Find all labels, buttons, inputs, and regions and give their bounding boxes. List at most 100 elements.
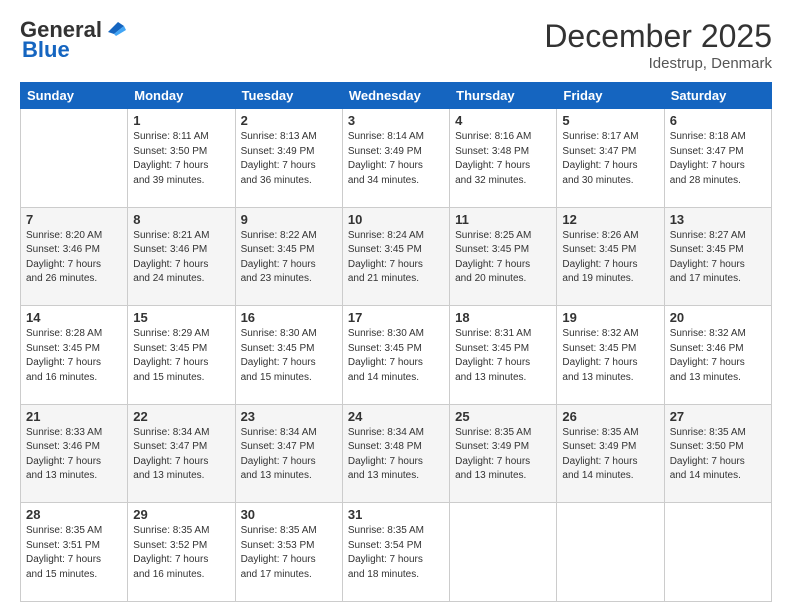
day-info: Sunrise: 8:18 AM Sunset: 3:47 PM Dayligh… xyxy=(670,130,766,188)
table-row: 27Sunrise: 8:35 AM Sunset: 3:50 PM Dayli… xyxy=(664,404,771,503)
col-tuesday: Tuesday xyxy=(235,83,342,109)
day-info: Sunrise: 8:34 AM Sunset: 3:48 PM Dayligh… xyxy=(348,426,444,484)
table-row: 13Sunrise: 8:27 AM Sunset: 3:45 PM Dayli… xyxy=(664,207,771,306)
day-info: Sunrise: 8:30 AM Sunset: 3:45 PM Dayligh… xyxy=(348,327,444,385)
day-number: 27 xyxy=(670,409,766,424)
day-number: 14 xyxy=(26,310,122,325)
logo-blue: Blue xyxy=(22,38,70,62)
table-row: 11 Sunrise: 8:25 AM Sunset: 3:45 PM Dayli… xyxy=(450,207,557,306)
table-row: 10 Sunrise: 8:24 AM Sunset: 3:45 PM Dayli… xyxy=(342,207,449,306)
table-row: 4Sunrise: 8:16 AM Sunset: 3:48 PM Daylig… xyxy=(450,109,557,208)
day-number: 11 xyxy=(455,212,551,227)
day-info: Sunrise: 8:35 AM Sunset: 3:51 PM Dayligh… xyxy=(26,524,122,582)
table-row: 16 Sunrise: 8:30 AM Sunset: 3:45 PM Dayli… xyxy=(235,306,342,405)
table-row: 26Sunrise: 8:35 AM Sunset: 3:49 PM Dayli… xyxy=(557,404,664,503)
day-info: Sunrise: 8:35 AM Sunset: 3:49 PM Dayligh… xyxy=(562,426,658,484)
col-thursday: Thursday xyxy=(450,83,557,109)
day-number: 12 xyxy=(562,212,658,227)
day-number: 23 xyxy=(241,409,337,424)
day-info: Sunrise: 8:28 AM Sunset: 3:45 PM Dayligh… xyxy=(26,327,122,385)
table-row: 8Sunrise: 8:21 AM Sunset: 3:46 PM Daylig… xyxy=(128,207,235,306)
table-row: 20 Sunrise: 8:32 AM Sunset: 3:46 PM Dayli… xyxy=(664,306,771,405)
table-row: 1Sunrise: 8:11 AM Sunset: 3:50 PM Daylig… xyxy=(128,109,235,208)
day-number: 16 xyxy=(241,310,337,325)
table-row: 22 Sunrise: 8:34 AM Sunset: 3:47 PM Dayli… xyxy=(128,404,235,503)
day-info: Sunrise: 8:32 AM Sunset: 3:46 PM Dayligh… xyxy=(670,327,766,385)
table-row: 12 Sunrise: 8:26 AM Sunset: 3:45 PM Dayli… xyxy=(557,207,664,306)
day-info: Sunrise: 8:33 AM Sunset: 3:46 PM Dayligh… xyxy=(26,426,122,484)
day-info: Sunrise: 8:17 AM Sunset: 3:47 PM Dayligh… xyxy=(562,130,658,188)
calendar-week-row: 1Sunrise: 8:11 AM Sunset: 3:50 PM Daylig… xyxy=(21,109,772,208)
day-number: 24 xyxy=(348,409,444,424)
day-number: 19 xyxy=(562,310,658,325)
calendar-header-row: Sunday Monday Tuesday Wednesday Thursday… xyxy=(21,83,772,109)
day-info: Sunrise: 8:35 AM Sunset: 3:53 PM Dayligh… xyxy=(241,524,337,582)
col-monday: Monday xyxy=(128,83,235,109)
page: General Blue December 2025 Idestrup, Den… xyxy=(0,0,792,612)
day-info: Sunrise: 8:34 AM Sunset: 3:47 PM Dayligh… xyxy=(241,426,337,484)
day-number: 25 xyxy=(455,409,551,424)
month-title: December 2025 xyxy=(544,18,772,55)
table-row: 24 Sunrise: 8:34 AM Sunset: 3:48 PM Dayli… xyxy=(342,404,449,503)
day-number: 10 xyxy=(348,212,444,227)
day-number: 7 xyxy=(26,212,122,227)
table-row: 28 Sunrise: 8:35 AM Sunset: 3:51 PM Dayli… xyxy=(21,503,128,602)
day-number: 15 xyxy=(133,310,229,325)
calendar-week-row: 21Sunrise: 8:33 AM Sunset: 3:46 PM Dayli… xyxy=(21,404,772,503)
title-block: December 2025 Idestrup, Denmark xyxy=(544,18,772,72)
day-info: Sunrise: 8:35 AM Sunset: 3:49 PM Dayligh… xyxy=(455,426,551,484)
day-number: 22 xyxy=(133,409,229,424)
day-number: 17 xyxy=(348,310,444,325)
day-info: Sunrise: 8:13 AM Sunset: 3:49 PM Dayligh… xyxy=(241,130,337,188)
day-info: Sunrise: 8:30 AM Sunset: 3:45 PM Dayligh… xyxy=(241,327,337,385)
day-info: Sunrise: 8:31 AM Sunset: 3:45 PM Dayligh… xyxy=(455,327,551,385)
day-info: Sunrise: 8:11 AM Sunset: 3:50 PM Dayligh… xyxy=(133,130,229,188)
day-info: Sunrise: 8:21 AM Sunset: 3:46 PM Dayligh… xyxy=(133,229,229,287)
day-number: 3 xyxy=(348,113,444,128)
col-friday: Friday xyxy=(557,83,664,109)
day-number: 2 xyxy=(241,113,337,128)
calendar-week-row: 7Sunrise: 8:20 AM Sunset: 3:46 PM Daylig… xyxy=(21,207,772,306)
table-row: 18 Sunrise: 8:31 AM Sunset: 3:45 PM Dayli… xyxy=(450,306,557,405)
table-row: 5 Sunrise: 8:17 AM Sunset: 3:47 PM Daylig… xyxy=(557,109,664,208)
day-number: 28 xyxy=(26,507,122,522)
table-row xyxy=(21,109,128,208)
day-info: Sunrise: 8:26 AM Sunset: 3:45 PM Dayligh… xyxy=(562,229,658,287)
calendar-table: Sunday Monday Tuesday Wednesday Thursday… xyxy=(20,82,772,602)
table-row: 29Sunrise: 8:35 AM Sunset: 3:52 PM Dayli… xyxy=(128,503,235,602)
day-info: Sunrise: 8:24 AM Sunset: 3:45 PM Dayligh… xyxy=(348,229,444,287)
location: Idestrup, Denmark xyxy=(544,55,772,72)
logo: General Blue xyxy=(20,18,126,62)
day-info: Sunrise: 8:14 AM Sunset: 3:49 PM Dayligh… xyxy=(348,130,444,188)
table-row: 2 Sunrise: 8:13 AM Sunset: 3:49 PM Daylig… xyxy=(235,109,342,208)
day-info: Sunrise: 8:34 AM Sunset: 3:47 PM Dayligh… xyxy=(133,426,229,484)
calendar-week-row: 28 Sunrise: 8:35 AM Sunset: 3:51 PM Dayli… xyxy=(21,503,772,602)
day-info: Sunrise: 8:29 AM Sunset: 3:45 PM Dayligh… xyxy=(133,327,229,385)
table-row: 21Sunrise: 8:33 AM Sunset: 3:46 PM Dayli… xyxy=(21,404,128,503)
day-number: 4 xyxy=(455,113,551,128)
day-number: 5 xyxy=(562,113,658,128)
day-number: 18 xyxy=(455,310,551,325)
table-row: 30 Sunrise: 8:35 AM Sunset: 3:53 PM Dayli… xyxy=(235,503,342,602)
day-number: 20 xyxy=(670,310,766,325)
day-info: Sunrise: 8:35 AM Sunset: 3:54 PM Dayligh… xyxy=(348,524,444,582)
day-number: 13 xyxy=(670,212,766,227)
table-row xyxy=(557,503,664,602)
table-row: 25 Sunrise: 8:35 AM Sunset: 3:49 PM Dayli… xyxy=(450,404,557,503)
day-number: 6 xyxy=(670,113,766,128)
col-sunday: Sunday xyxy=(21,83,128,109)
table-row: 15 Sunrise: 8:29 AM Sunset: 3:45 PM Dayli… xyxy=(128,306,235,405)
day-info: Sunrise: 8:22 AM Sunset: 3:45 PM Dayligh… xyxy=(241,229,337,287)
table-row: 17 Sunrise: 8:30 AM Sunset: 3:45 PM Dayli… xyxy=(342,306,449,405)
calendar-week-row: 14 Sunrise: 8:28 AM Sunset: 3:45 PM Dayli… xyxy=(21,306,772,405)
day-info: Sunrise: 8:32 AM Sunset: 3:45 PM Dayligh… xyxy=(562,327,658,385)
day-number: 9 xyxy=(241,212,337,227)
table-row xyxy=(664,503,771,602)
col-wednesday: Wednesday xyxy=(342,83,449,109)
day-number: 31 xyxy=(348,507,444,522)
day-info: Sunrise: 8:25 AM Sunset: 3:45 PM Dayligh… xyxy=(455,229,551,287)
day-number: 30 xyxy=(241,507,337,522)
table-row: 7Sunrise: 8:20 AM Sunset: 3:46 PM Daylig… xyxy=(21,207,128,306)
logo-bird-icon xyxy=(104,18,126,38)
table-row: 9 Sunrise: 8:22 AM Sunset: 3:45 PM Daylig… xyxy=(235,207,342,306)
